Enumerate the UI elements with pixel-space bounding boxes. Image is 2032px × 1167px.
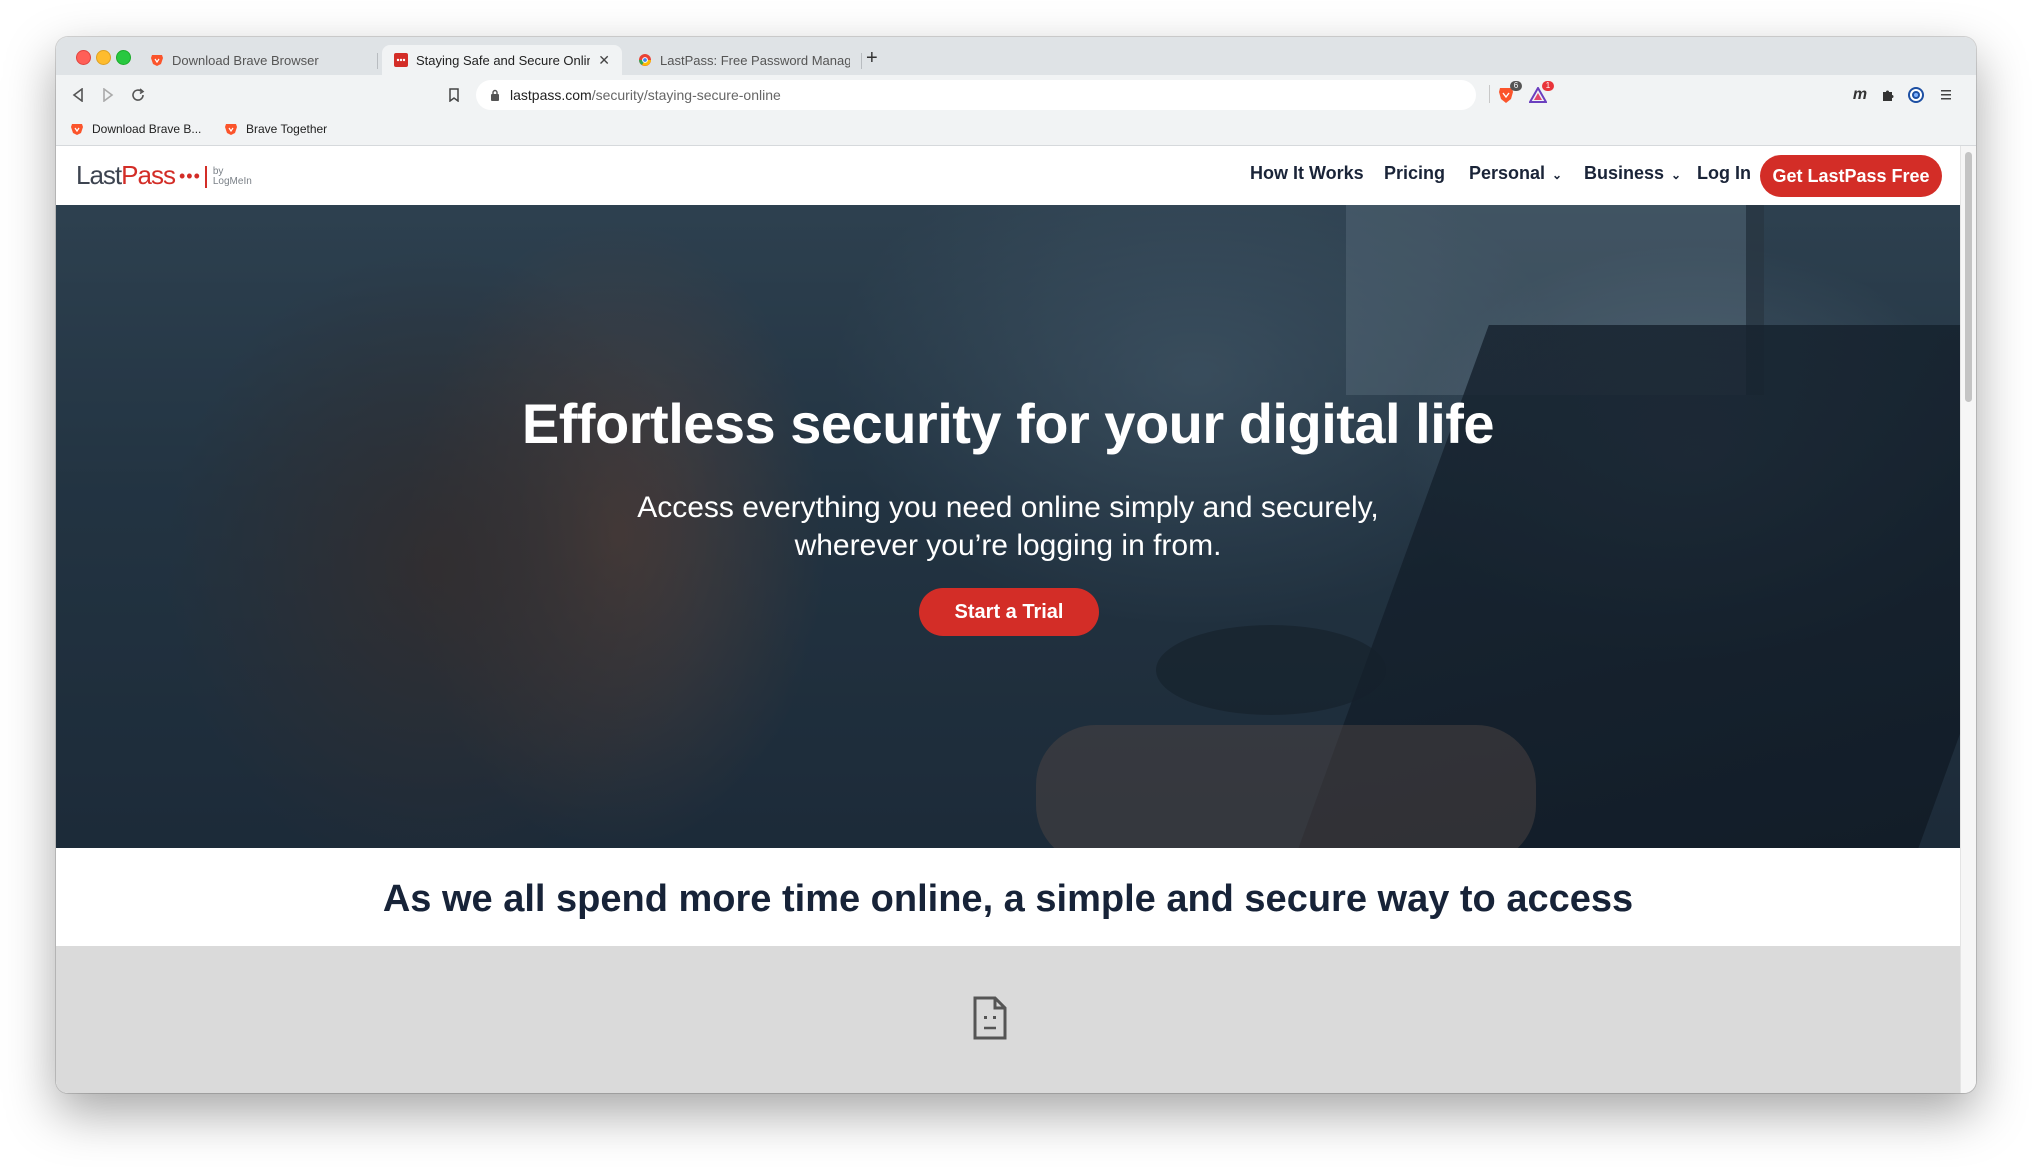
web-page: LastPass ••• by LogMeIn How It Works Pric… bbox=[56, 146, 1960, 1093]
rewards-badge: 1 bbox=[1542, 81, 1554, 91]
hero-banner: Effortless security for your digital lif… bbox=[56, 205, 1960, 848]
extension-m-icon[interactable]: m bbox=[1850, 85, 1870, 105]
bookmarks-bar: Download Brave B... Brave Together bbox=[56, 115, 1976, 146]
menu-hamburger-icon[interactable] bbox=[1936, 85, 1956, 105]
brave-rewards-icon[interactable]: 1 bbox=[1528, 81, 1554, 105]
toolbar-divider bbox=[1489, 85, 1490, 103]
site-header: LastPass ••• by LogMeIn How It Works Pric… bbox=[56, 146, 1960, 205]
chevron-down-icon: ⌄ bbox=[1552, 167, 1563, 182]
extensions-puzzle-icon[interactable] bbox=[1878, 85, 1898, 105]
logmein-byline: by LogMeIn bbox=[212, 166, 252, 187]
brave-shields-icon[interactable]: 6 bbox=[1496, 81, 1522, 105]
tab-lastpass-manager[interactable]: LastPass: Free Password Manager bbox=[626, 45, 862, 75]
start-trial-button[interactable]: Start a Trial bbox=[919, 588, 1099, 636]
hero-title: Effortless security for your digital lif… bbox=[521, 392, 1495, 455]
lastpass-icon bbox=[394, 53, 408, 67]
browser-window: Download Brave Browser Staying Safe and … bbox=[56, 37, 1976, 1093]
minimize-window-button[interactable] bbox=[96, 50, 111, 65]
bookmark-icon[interactable] bbox=[444, 85, 464, 105]
tab-download-brave[interactable]: Download Brave Browser bbox=[138, 45, 378, 75]
scrollbar-thumb[interactable] bbox=[1965, 152, 1972, 402]
lastpass-logo[interactable]: LastPass ••• by LogMeIn bbox=[76, 160, 252, 191]
chevron-down-icon: ⌄ bbox=[1671, 167, 1682, 182]
forward-arrow-icon[interactable] bbox=[98, 85, 118, 105]
browser-toolbar: lastpass.com/security/staying-secure-onl… bbox=[56, 75, 1976, 115]
brave-lion-icon bbox=[225, 124, 237, 135]
lock-icon bbox=[491, 89, 499, 101]
nav-business[interactable]: Business ⌄ bbox=[1584, 163, 1681, 184]
bookmark-label: Brave Together bbox=[246, 122, 328, 136]
zoom-window-button[interactable] bbox=[116, 50, 131, 65]
reload-icon[interactable] bbox=[128, 85, 148, 105]
tab-label: Download Brave Browser bbox=[172, 52, 319, 68]
brave-lion-icon bbox=[71, 124, 83, 135]
address-bar[interactable]: lastpass.com/security/staying-secure-onl… bbox=[476, 80, 1476, 110]
bookmark-label: Download Brave B... bbox=[92, 122, 202, 136]
tab-label: LastPass: Free Password Manager bbox=[660, 52, 850, 68]
nav-pricing[interactable]: Pricing bbox=[1384, 163, 1445, 184]
nav-how-it-works[interactable]: How It Works bbox=[1250, 163, 1364, 184]
tab-label: Staying Safe and Secure Online bbox=[416, 52, 591, 68]
get-lastpass-free-button[interactable]: Get LastPass Free bbox=[1760, 155, 1942, 197]
close-tab-icon[interactable]: ✕ bbox=[598, 52, 610, 69]
url-path: /security/staying-secure-online bbox=[591, 87, 781, 103]
unavailable-content-panel bbox=[56, 946, 1960, 1093]
new-tab-plus-icon[interactable]: + bbox=[866, 48, 878, 68]
bookmark-download-brave[interactable]: Download Brave B... bbox=[70, 122, 201, 136]
brave-lion-icon bbox=[151, 55, 163, 66]
hero-subtitle: Access everything you need online simply… bbox=[637, 491, 1379, 562]
section-heading: As we all spend more time online, a simp… bbox=[382, 878, 1634, 920]
logo-divider bbox=[204, 166, 207, 188]
back-arrow-icon[interactable] bbox=[68, 85, 88, 105]
google-chrome-icon bbox=[639, 54, 651, 66]
nav-personal[interactable]: Personal ⌄ bbox=[1469, 163, 1562, 184]
tab-staying-safe[interactable]: Staying Safe and Secure Online ✕ bbox=[382, 45, 622, 75]
logo-dots: ••• bbox=[178, 166, 201, 186]
close-window-button[interactable] bbox=[76, 50, 91, 65]
sad-page-icon bbox=[973, 996, 1007, 1040]
logo-wordmark: LastPass bbox=[76, 160, 176, 190]
url-domain: lastpass.com bbox=[510, 87, 592, 103]
nav-log-in[interactable]: Log In bbox=[1697, 163, 1751, 184]
tab-strip: Download Brave Browser Staying Safe and … bbox=[56, 37, 1976, 75]
bookmark-brave-together[interactable]: Brave Together bbox=[224, 122, 327, 136]
profile-avatar-icon[interactable] bbox=[1906, 85, 1926, 105]
shields-badge: 6 bbox=[1510, 81, 1522, 91]
page-scrollbar[interactable] bbox=[1960, 146, 1976, 1093]
